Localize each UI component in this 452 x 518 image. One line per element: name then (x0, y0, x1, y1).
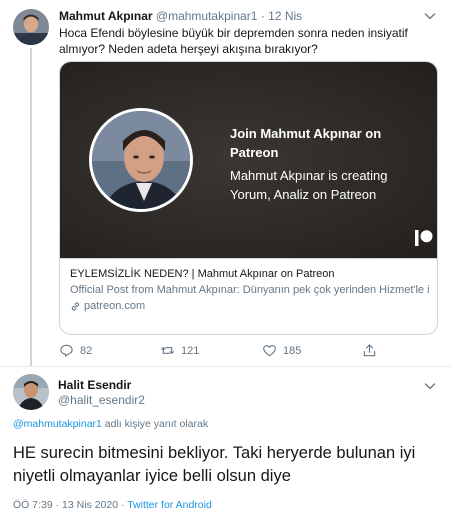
reply-text: HE surecin bitmesini bekliyor. Taki hery… (13, 444, 416, 485)
author-name[interactable]: Mahmut Akpınar (59, 9, 153, 23)
card-domain-text: patreon.com (84, 300, 146, 312)
reply-author-name[interactable]: Halit Esendir (58, 378, 131, 392)
reply-source-link[interactable]: Twitter for Android (127, 499, 212, 511)
heart-icon (263, 345, 276, 357)
share-button[interactable] (362, 343, 383, 358)
chevron-down-icon[interactable] (422, 378, 438, 394)
card-domain: patreon.com (70, 299, 429, 313)
patreon-logo-icon (415, 230, 433, 246)
reply-timestamp[interactable]: ÖÖ 7:39 · 13 Nis 2020 · (13, 499, 127, 511)
separator-dot: · (260, 9, 265, 23)
card-image: Join Mahmut Akpınar on Patreon Mahmut Ak… (60, 62, 437, 258)
avatar-photo-icon (13, 9, 49, 45)
card-avatar (89, 108, 193, 212)
card-meta: EYLEMSİZLİK NEDEN? | Mahmut Akpınar on P… (60, 258, 437, 334)
tweet-time[interactable]: 12 Nis (268, 9, 302, 23)
avatar[interactable] (13, 9, 49, 45)
card-title: EYLEMSİZLİK NEDEN? | Mahmut Akpınar on P… (70, 268, 335, 280)
retweet-button[interactable]: 121 (160, 343, 199, 358)
tweet[interactable]: Mahmut Akpınar @mahmutakpinar1 · 12 Nis … (0, 0, 452, 366)
share-icon (363, 344, 376, 357)
retweet-count: 121 (181, 344, 200, 357)
tweet-actions: 82 121 185 (59, 343, 419, 361)
tweet-header: Mahmut Akpınar @mahmutakpinar1 · 12 Nis (59, 9, 302, 23)
reply-meta: ÖÖ 7:39 · 13 Nis 2020 · Twitter for Andr… (13, 499, 212, 511)
reply-author-handle[interactable]: @halit_esendir2 (58, 393, 145, 407)
card-description: Official Post from Mahmut Akpınar: Dünya… (70, 284, 429, 296)
reply-mention-link[interactable]: @mahmutakpinar1 (13, 418, 102, 430)
chevron-down-icon[interactable] (422, 8, 438, 24)
like-button[interactable]: 185 (262, 343, 301, 358)
reply-icon (60, 344, 73, 357)
retweet-icon (161, 347, 174, 354)
card-avatar-photo-icon (92, 111, 190, 209)
reply-button[interactable]: 82 (59, 343, 92, 358)
like-count: 185 (283, 344, 302, 357)
card-creating-text: Mahmut Akpınar is creating Yorum, Analiz… (230, 168, 388, 202)
reply-context: @mahmutakpinar1 adlı kişiye yanıt olarak (13, 418, 208, 430)
thread-line (30, 48, 32, 366)
avatar-photo-icon (13, 374, 49, 410)
reply-avatar[interactable] (13, 374, 49, 410)
tweet-text: Hoca Efendi böylesine büyük bir depremde… (59, 26, 408, 56)
link-card[interactable]: Join Mahmut Akpınar on Patreon Mahmut Ak… (59, 61, 438, 335)
reply-context-text: adlı kişiye yanıt olarak (101, 418, 209, 430)
author-handle[interactable]: @mahmutakpinar1 (156, 9, 258, 23)
link-icon (71, 302, 80, 310)
reply-count: 82 (80, 344, 93, 357)
divider (0, 366, 452, 367)
card-join-text: Join Mahmut Akpınar on Patreon (230, 126, 382, 160)
